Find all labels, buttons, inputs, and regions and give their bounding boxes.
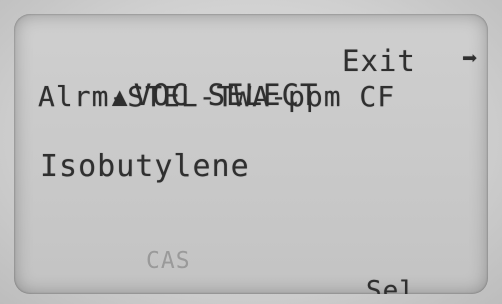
select-softkey-label[interactable]: Sel [366,276,416,294]
column-header: Alrm-STEL-TWA-ppm CF [38,80,396,113]
lcd-screen: ▲ VOC SELECT Exit ➡ Alrm-STEL-TWA-ppm CF … [14,14,488,294]
exit-softkey-label[interactable]: Exit [342,44,416,78]
compound-name: Isobutylene [40,149,250,184]
cas-label: CAS [146,248,191,274]
header-row: ▲ VOC SELECT Exit ➡ [38,44,478,214]
right-arrow-icon[interactable]: ➡ [462,44,479,74]
